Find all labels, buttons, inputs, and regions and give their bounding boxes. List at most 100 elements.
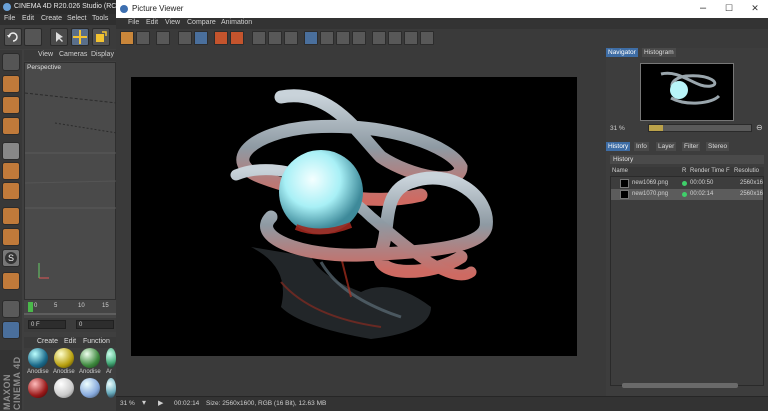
history-list[interactable] [610,176,764,386]
scale-tool-icon[interactable] [92,28,110,46]
export-icon[interactable] [420,31,434,45]
snap-icon[interactable]: S [2,249,20,267]
polygons-mode-icon[interactable] [2,117,20,135]
start-frame-field[interactable]: 0 F [28,320,66,329]
navigator-thumbnail[interactable] [640,63,734,121]
material-label: Anodise [27,369,49,375]
ab-compare-icon[interactable] [304,31,318,45]
pv-menu-edit[interactable]: Edit [146,19,158,26]
viewport-menu-display[interactable]: Display [91,51,114,58]
material-swatch[interactable] [54,378,74,398]
material-menu-create[interactable]: Create [37,338,58,345]
current-frame-field[interactable]: 0 [76,320,114,329]
model-mode-icon[interactable] [2,142,20,160]
col-resolution[interactable]: Resolutio [734,168,759,174]
menu-tools[interactable]: Tools [92,15,108,22]
lock-icon[interactable] [2,321,20,339]
tab-stereo[interactable]: Stereo [706,142,730,151]
pv-menu-compare[interactable]: Compare [187,19,216,26]
menu-file[interactable]: File [4,15,15,22]
tab-layer[interactable]: Layer [656,142,677,151]
render-view-icon[interactable] [214,31,228,45]
viewport-menu-cameras[interactable]: Cameras [59,51,87,58]
pv-menu-animation[interactable]: Animation [221,19,252,26]
texture-mode-icon[interactable] [2,162,20,180]
material-swatch[interactable] [80,378,100,398]
close-icon[interactable]: ✕ [746,3,764,14]
select-pointer-icon[interactable] [50,28,68,46]
pv-menu-file[interactable]: File [128,19,139,26]
material-menu-edit[interactable]: Edit [64,338,76,345]
material-swatch[interactable] [106,378,116,398]
channel-a-icon[interactable] [320,31,334,45]
fullscreen-icon[interactable] [156,31,170,45]
points-mode-icon[interactable] [2,75,20,93]
tab-navigator[interactable]: Navigator [606,48,638,57]
grid-overlay-icon[interactable] [178,31,192,45]
material-swatch[interactable] [80,348,100,368]
layer-icon[interactable] [388,31,402,45]
minimize-icon[interactable]: – [694,2,712,14]
tab-info[interactable]: Info [634,142,649,151]
maxon-logo-text: MAXON CINEMA 4D [2,356,22,410]
magnet-icon[interactable] [2,272,20,290]
redo-icon[interactable] [24,28,42,46]
col-f[interactable]: F [726,168,730,174]
swap-icon[interactable] [352,31,366,45]
filter-icon[interactable] [372,31,386,45]
image-canvas[interactable] [116,48,606,396]
tweak-icon[interactable] [2,228,20,246]
zoom-fit-icon[interactable]: ⊖ [756,123,763,132]
move-tool-icon[interactable] [71,28,89,46]
snapshot-icon[interactable] [268,31,282,45]
viewport-menu-view[interactable]: View [38,51,53,58]
zoom-value[interactable]: 31 % [610,125,625,132]
menu-edit[interactable]: Edit [22,15,34,22]
material-swatch[interactable] [54,348,74,368]
edges-mode-icon[interactable] [2,96,20,114]
tab-history[interactable]: History [606,142,631,151]
cinema4d-logo-icon [120,5,128,13]
c4d-window-title: CINEMA 4D R20.026 Studio (RC - R [14,3,128,10]
tab-filter[interactable]: Filter [682,142,701,151]
undo-icon[interactable] [4,28,22,46]
stop-render-icon[interactable] [252,31,266,45]
zoom-dropdown-icon[interactable]: ▾ [142,398,146,407]
stereo-icon[interactable] [404,31,418,45]
render-to-pv-icon[interactable] [230,31,244,45]
play-icon[interactable]: ▶ [158,399,163,407]
region-render-icon[interactable] [194,31,208,45]
perspective-viewport[interactable]: Perspective [24,62,117,300]
grid-icon[interactable] [2,300,20,318]
l-axis-icon[interactable] [2,207,20,225]
col-r[interactable]: R [682,168,686,174]
channel-b-icon[interactable] [336,31,350,45]
history-scrollbar[interactable] [622,383,738,388]
side-panel: Navigator Histogram 31 % ⊖ History Info … [606,48,768,396]
compare-icon[interactable] [284,31,298,45]
picture-viewer-title-bar: Picture Viewer – ☐ ✕ [116,0,768,18]
c4d-window: CINEMA 4D R20.026 Studio (RC - R File Ed… [0,0,128,410]
tab-histogram[interactable]: Histogram [642,48,676,57]
material-menu-function[interactable]: Function [83,338,110,345]
c4d-title-bar: CINEMA 4D R20.026 Studio (RC - R [0,0,128,14]
material-swatch[interactable] [28,348,48,368]
menu-create[interactable]: Create [41,15,62,22]
save-icon[interactable] [136,31,150,45]
pv-menu-view[interactable]: View [165,19,180,26]
menu-select[interactable]: Select [67,15,86,22]
open-icon[interactable] [120,31,134,45]
workplane-icon[interactable] [2,53,20,71]
history-columns: Name R Render Time F Resolutio [610,167,764,176]
tick-5: 5 [54,303,58,309]
maximize-icon[interactable]: ☐ [720,3,738,14]
col-name[interactable]: Name [612,168,628,174]
material-swatch[interactable] [28,378,48,398]
zoom-slider[interactable] [648,124,752,132]
status-zoom[interactable]: 31 % [120,400,135,407]
axis-mode-icon[interactable] [2,182,20,200]
picture-viewer-menu-bar: File Edit View Compare Animation [116,18,768,29]
timeline-ruler[interactable]: 0 5 10 15 [24,300,116,318]
col-render-time[interactable]: Render Time [690,168,724,174]
material-swatch[interactable] [106,348,116,368]
